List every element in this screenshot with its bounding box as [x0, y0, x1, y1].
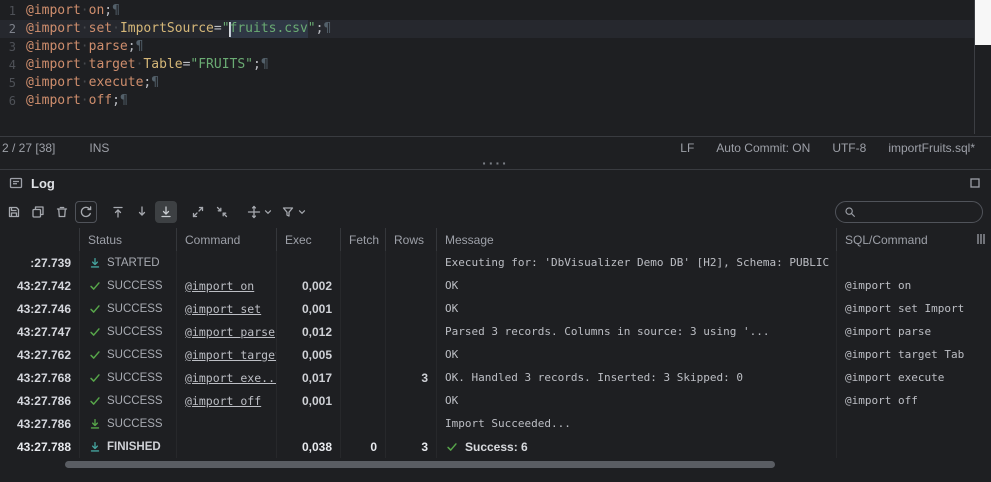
line-number: 6 [0, 92, 16, 110]
col-header-message[interactable]: Message [437, 228, 837, 251]
success-check-icon [88, 279, 102, 293]
command-link[interactable]: @import parse [185, 325, 275, 339]
splitter-handle-icon: ···· [482, 159, 509, 167]
col-header-time[interactable] [0, 228, 80, 251]
log-panel-icon [8, 175, 24, 191]
col-header-exec[interactable]: Exec [277, 228, 341, 251]
line-number: 4 [0, 56, 16, 74]
summary-text: Success: 6 [465, 440, 528, 454]
log-row[interactable]: 43:27.742 SUCCESS @import on 0,002 OK @i… [0, 274, 991, 297]
log-panel-title: Log [31, 176, 55, 191]
caret-position[interactable]: 2 / 27 [38] [2, 141, 55, 155]
editor-line: 4@import·target·Table="FRUITS";¶ [0, 56, 991, 74]
insert-mode-indicator[interactable]: INS [89, 141, 109, 155]
log-row[interactable]: 43:27.786 SUCCESS Import Succeeded... [0, 412, 991, 435]
expand-icon[interactable] [187, 201, 209, 223]
log-table: Status Command Exec Fetch Rows Message S… [0, 228, 991, 472]
log-panel: Log [0, 169, 991, 472]
auto-commit-indicator[interactable]: Auto Commit: ON [716, 141, 810, 155]
log-panel-header: Log [0, 170, 991, 196]
line-number: 5 [0, 74, 16, 92]
table-header: Status Command Exec Fetch Rows Message S… [0, 228, 991, 251]
line-number: 1 [0, 2, 16, 20]
log-row[interactable]: 43:27.768 SUCCESS @import exe... 0,017 3… [0, 366, 991, 389]
finished-icon [88, 440, 102, 454]
col-header-rows[interactable]: Rows [386, 228, 437, 251]
log-row[interactable]: :27.739 STARTED Executing for: 'DbVisual… [0, 251, 991, 274]
maximize-icon[interactable] [969, 177, 981, 189]
save-log-button[interactable] [3, 201, 25, 223]
import-success-icon [88, 417, 102, 431]
editor-line: 3@import·parse;¶ [0, 38, 991, 56]
dbvisualizer-window: 1@import·on;¶ 2@import·set·ImportSource=… [0, 0, 991, 482]
line-number: 3 [0, 38, 16, 56]
search-input[interactable] [861, 204, 975, 220]
line-ending-indicator[interactable]: LF [680, 141, 694, 155]
editor-scrollbar[interactable] [974, 0, 991, 134]
command-link[interactable]: @import exe... [185, 371, 277, 385]
line-number: 2 [0, 20, 16, 38]
log-toolbar [0, 196, 991, 228]
success-check-icon [88, 348, 102, 362]
log-row[interactable]: 43:27.746 SUCCESS @import set 0,001 OK @… [0, 297, 991, 320]
move-options-button[interactable] [243, 201, 265, 223]
chevron-down-icon[interactable] [297, 207, 307, 217]
arrow-down-icon[interactable] [131, 201, 153, 223]
column-settings-icon[interactable] [974, 232, 988, 246]
editor-line: 5@import·execute;¶ [0, 74, 991, 92]
filter-icon[interactable] [277, 201, 299, 223]
chevron-down-icon[interactable] [263, 207, 273, 217]
editor-scrollbar-thumb[interactable] [975, 0, 991, 45]
command-link[interactable]: @import off [185, 394, 261, 408]
success-check-icon [88, 394, 102, 408]
col-header-sql-command[interactable]: SQL/Command [837, 228, 991, 251]
reload-toggle-button[interactable] [75, 201, 97, 223]
success-check-icon [88, 325, 102, 339]
scroll-to-top-button[interactable] [107, 201, 129, 223]
editor-line: 1@import·on;¶ [0, 2, 991, 20]
horizontal-scrollbar-thumb[interactable] [65, 461, 775, 468]
command-link[interactable]: @import target [185, 348, 277, 362]
command-link[interactable]: @import on [185, 279, 254, 293]
log-search-box[interactable] [835, 201, 983, 223]
scroll-to-end-button[interactable] [155, 201, 177, 223]
started-icon [88, 256, 102, 270]
col-header-fetch[interactable]: Fetch [341, 228, 386, 251]
command-link[interactable]: @import set [185, 302, 261, 316]
horizontal-scrollbar[interactable] [0, 458, 991, 472]
editor-line: 6@import·off;¶ [0, 92, 991, 110]
copy-log-button[interactable] [27, 201, 49, 223]
log-row[interactable]: 43:27.786 SUCCESS @import off 0,001 OK @… [0, 389, 991, 412]
log-row-finished[interactable]: 43:27.788 FINISHED 0,038 0 3 Success: 6 [0, 435, 991, 458]
col-header-command[interactable]: Command [177, 228, 277, 251]
success-check-icon [445, 440, 459, 454]
file-name-label: importFruits.sql* [888, 141, 975, 155]
log-row[interactable]: 43:27.762 SUCCESS @import target 0,005 O… [0, 343, 991, 366]
encoding-indicator[interactable]: UTF-8 [832, 141, 866, 155]
clear-log-button[interactable] [51, 201, 73, 223]
log-row[interactable]: 43:27.747 SUCCESS @import parse 0,012 Pa… [0, 320, 991, 343]
search-icon [843, 205, 857, 219]
collapse-icon[interactable] [211, 201, 233, 223]
success-check-icon [88, 302, 102, 316]
col-header-status[interactable]: Status [80, 228, 177, 251]
panel-splitter[interactable]: ···· [0, 159, 991, 169]
sql-editor[interactable]: 1@import·on;¶ 2@import·set·ImportSource=… [0, 0, 991, 137]
editor-line-current: 2@import·set·ImportSource="fruits.csv";¶ [0, 20, 991, 38]
success-check-icon [88, 371, 102, 385]
